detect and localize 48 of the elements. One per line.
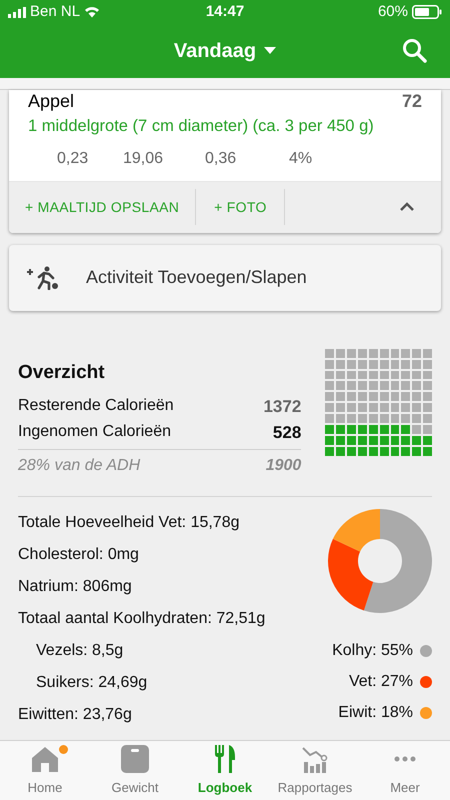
row-value: 1372	[263, 396, 302, 418]
nutrition-line: Totaal aantal Koolhydraten: 72,51g	[18, 609, 266, 630]
scale-icon	[121, 744, 149, 772]
row-value: 528	[272, 422, 302, 444]
food-calories: 72	[402, 92, 422, 110]
tab[interactable]: Home	[0, 741, 90, 800]
search-icon[interactable]	[402, 38, 428, 64]
house-icon	[31, 746, 59, 772]
row-label: Ingenomen Calorieën	[18, 422, 171, 442]
date-dropdown[interactable]: Vandaag	[174, 36, 276, 66]
nutrition-line: Suikers: 24,69g	[35, 673, 148, 694]
tab[interactable]: Gewicht	[90, 741, 180, 800]
row-label: Resterende Calorieën	[18, 396, 174, 416]
legend-label: Eiwit: 18%	[338, 703, 413, 724]
fork-knife-icon	[214, 744, 236, 772]
more-icon	[394, 756, 416, 762]
running-person-icon	[26, 266, 60, 290]
serving-size: 1 middelgrote (7 cm diameter) (ca. 3 per 450 g)	[28, 116, 375, 137]
chart-icon	[302, 744, 328, 772]
action-button[interactable]: + MAALTIJD OPSLAAN	[9, 189, 196, 226]
carrier-name: Ben NL	[30, 2, 80, 22]
caret-icon	[264, 47, 276, 55]
nutrition-line: Cholesterol: 0mg	[18, 545, 140, 566]
tab[interactable]: Logboek	[180, 741, 270, 800]
battery-percent: 60%	[378, 2, 408, 22]
legend-label: Vet: 27%	[348, 672, 413, 692]
nutrient-value: 0,36	[205, 148, 238, 169]
nutrient-value: 4%	[289, 148, 314, 169]
tab[interactable]: Meer	[360, 741, 450, 800]
nutrition-line: Natrium: 806mg	[18, 577, 133, 598]
status-time: 14:47	[206, 2, 244, 22]
food-name: Appel	[28, 92, 74, 110]
battery-icon	[412, 5, 442, 19]
action-button[interactable]: + FOTO	[196, 189, 286, 226]
collapse-icon[interactable]	[399, 202, 415, 212]
activity-button[interactable]: Activiteit Toevoegen/Slapen	[9, 244, 441, 311]
nutrition-line: Eiwitten: 23,76g	[18, 705, 133, 726]
nutrient-value: 19,06	[123, 148, 164, 169]
signal-icon	[8, 6, 26, 18]
nutrient-value: 0,23	[57, 148, 90, 169]
nutrition-line: Vezels: 8,5g	[35, 641, 124, 662]
legend-label: Kolhy: 55%	[332, 641, 413, 662]
nutrition-line: Totale Hoeveelheid Vet: 15,78g	[18, 513, 240, 534]
adh-percentage: 28% van de ADH	[18, 456, 140, 476]
wifi-icon	[84, 6, 100, 18]
daily-goal: 1900	[266, 456, 302, 476]
section-title: Overzicht	[18, 360, 106, 385]
tab[interactable]: Rapportages	[270, 741, 360, 800]
